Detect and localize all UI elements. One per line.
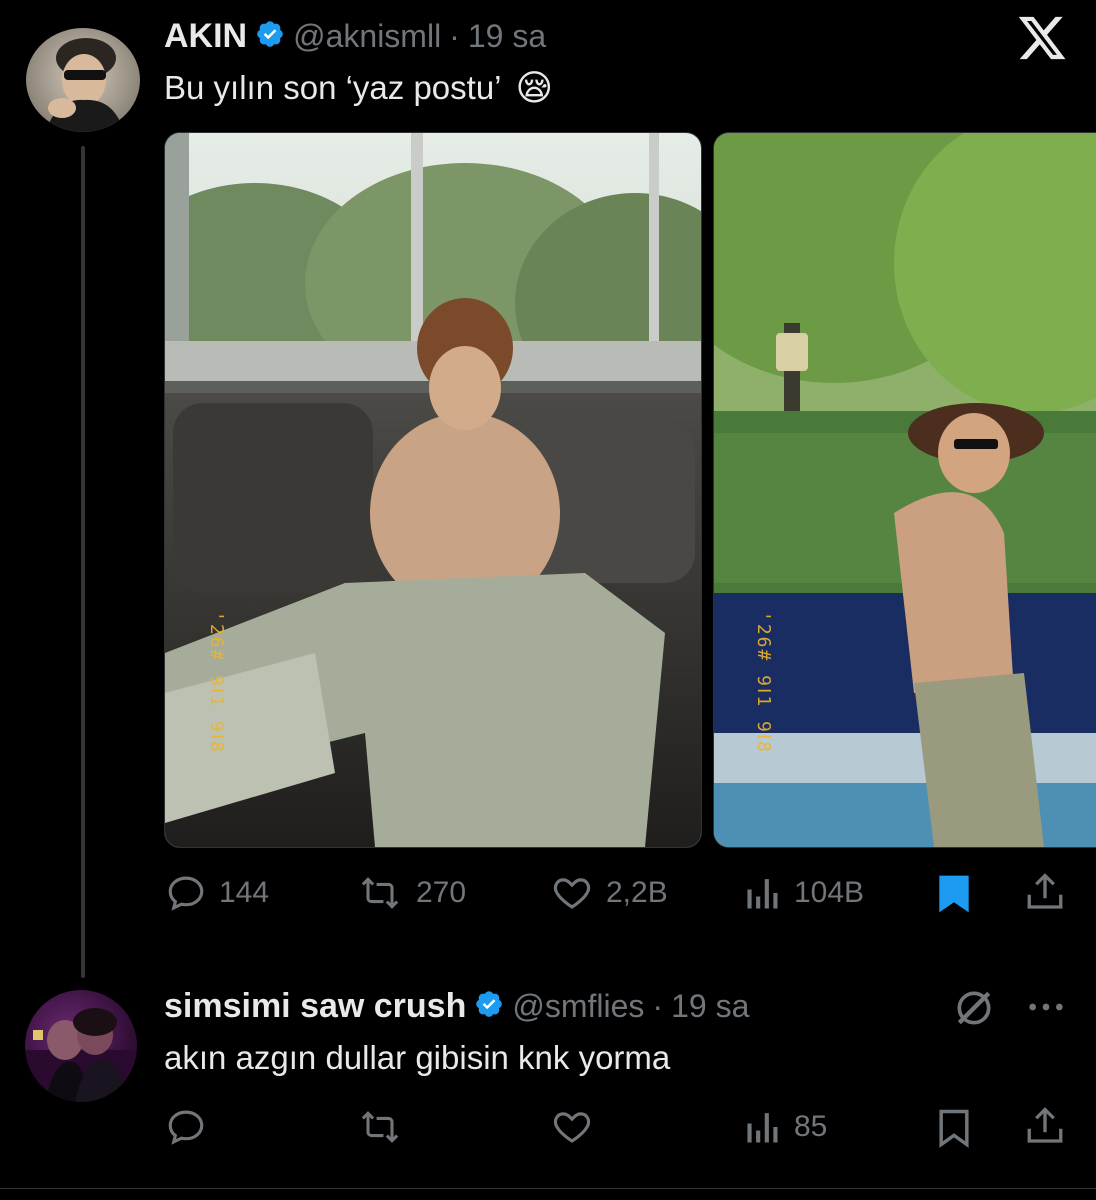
heart-icon — [550, 1106, 594, 1148]
timestamp[interactable]: 19 sa — [468, 18, 546, 55]
like-count: 2,2B — [606, 876, 668, 909]
bookmark-button[interactable] — [934, 872, 974, 921]
views-chart-icon — [744, 1106, 782, 1148]
reply-text: akın azgın dullar gibisin knk yorma — [164, 1039, 671, 1076]
verified-badge-icon — [255, 19, 285, 54]
tweet-header: AKIN @aknismll · 19 sa — [164, 14, 546, 58]
sleepy-face-emoji: 😪 — [515, 67, 554, 108]
share-icon — [1024, 1107, 1066, 1154]
views-count: 85 — [794, 1110, 828, 1143]
reply-body: akın azgın dullar gibisin knk yorma — [164, 1034, 670, 1082]
avatar[interactable] — [26, 28, 140, 132]
repost-button[interactable] — [356, 1106, 416, 1148]
share-button[interactable] — [1024, 870, 1066, 921]
author-handle[interactable]: @smflies — [512, 988, 644, 1025]
reply-icon — [165, 1106, 207, 1148]
separator-dot: · — [652, 987, 664, 1024]
avatar[interactable] — [25, 990, 137, 1102]
reply-header: simsimi saw crush @smflies · 19 sa — [164, 984, 749, 1028]
grok-icon[interactable] — [952, 986, 996, 1035]
thread-connector-line — [81, 146, 85, 978]
like-button[interactable]: 2,2B — [550, 872, 668, 914]
repost-icon — [356, 872, 404, 914]
author-handle[interactable]: @aknismll — [293, 18, 441, 55]
separator-dot: · — [449, 17, 460, 54]
film-date-stamp: '26# 9Ⅰ1 9Ⅰ8 — [753, 611, 774, 754]
reply-icon — [165, 872, 207, 914]
x-logo-icon[interactable] — [1016, 12, 1068, 64]
author-name[interactable]: simsimi saw crush — [164, 987, 466, 1026]
views-button[interactable]: 104B — [744, 872, 864, 914]
like-button[interactable] — [550, 1106, 606, 1148]
bookmark-filled-icon — [934, 875, 974, 920]
views-chart-icon — [744, 872, 782, 914]
repost-count: 270 — [416, 876, 467, 909]
repost-icon — [356, 1106, 404, 1148]
repost-button[interactable]: 270 — [356, 872, 466, 914]
timestamp[interactable]: 19 sa — [671, 988, 749, 1025]
tweet-photo-1[interactable]: '26# 9Ⅰ1 9Ⅰ8 — [164, 132, 702, 848]
views-button[interactable]: 85 — [744, 1106, 827, 1148]
reply-button[interactable] — [165, 1106, 219, 1148]
tweet-text: Bu yılın son ‘yaz postu’ — [164, 69, 502, 106]
heart-icon — [550, 872, 594, 914]
more-options-icon[interactable] — [1026, 992, 1066, 1027]
share-button[interactable] — [1024, 1104, 1066, 1155]
reply-button[interactable]: 144 — [165, 872, 269, 914]
reply-count: 144 — [219, 876, 270, 909]
tweet-photo-2[interactable]: '26# 9Ⅰ1 9Ⅰ8 — [713, 132, 1096, 848]
author-name[interactable]: AKIN — [164, 17, 247, 56]
tweet-body: Bu yılın son ‘yaz postu’ 😪 — [164, 64, 553, 112]
film-date-stamp: '26# 9Ⅰ1 9Ⅰ8 — [206, 611, 227, 754]
bookmark-icon — [934, 1109, 974, 1154]
divider — [0, 1188, 1096, 1189]
bookmark-button[interactable] — [934, 1106, 974, 1155]
verified-badge-icon — [474, 989, 504, 1024]
views-count: 104B — [794, 876, 865, 909]
share-icon — [1024, 873, 1066, 920]
